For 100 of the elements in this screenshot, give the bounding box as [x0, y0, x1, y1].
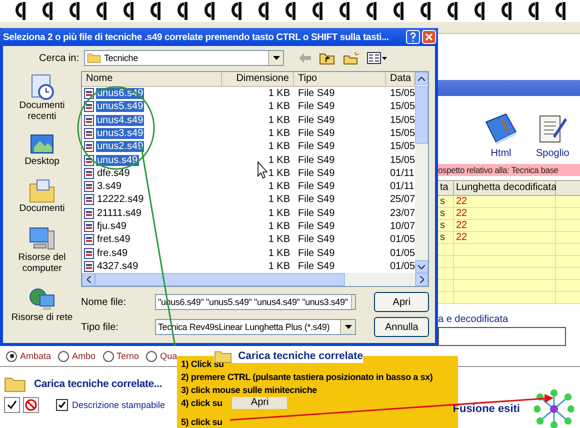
column-header[interactable]: Tipo — [294, 72, 386, 86]
new-folder-icon[interactable] — [343, 52, 359, 64]
table-cell — [556, 268, 580, 280]
file-row[interactable]: fret.s49 1 KB File S49 01/05 — [82, 233, 415, 246]
column-header[interactable]: Nome — [82, 72, 222, 86]
file-type: File S49 — [297, 234, 336, 246]
file-name: 4327.s49 — [96, 260, 140, 272]
file-date: 01/11 — [389, 181, 415, 192]
folder-icon — [4, 375, 26, 393]
help-icon[interactable] — [406, 30, 420, 44]
vertical-scrollbar[interactable] — [415, 72, 428, 273]
column-header: Lunghetta decodificata — [454, 180, 556, 196]
places-item[interactable]: Risorse del computer — [7, 224, 77, 275]
table-cell: s — [438, 220, 454, 232]
table-cell: 22 — [454, 208, 556, 220]
table-cell — [556, 292, 580, 304]
file-row[interactable]: dfe.s49 1 KB File S49 01/11 — [82, 166, 415, 180]
file-date: 10/07 — [389, 220, 415, 232]
look-in-dropdown[interactable]: Tecniche — [84, 50, 284, 66]
horizontal-scrollbar[interactable] — [82, 273, 428, 286]
column-header[interactable]: Dimensione — [222, 72, 294, 86]
file-date: 25/07 — [389, 194, 415, 206]
file-size: 1 KB — [268, 248, 290, 259]
file-size: 1 KB — [268, 220, 290, 232]
file-row[interactable]: 4327.s49 1 KB File S49 01/05 — [82, 260, 415, 273]
confirm-button[interactable] — [4, 396, 20, 413]
file-row[interactable]: 12222.s49 1 KB File S49 25/07 — [82, 193, 415, 207]
places-item[interactable]: Desktop — [24, 132, 60, 168]
file-type-label: Tipo file: — [81, 322, 120, 332]
table-cell — [556, 196, 580, 208]
file-row[interactable]: unus.s49 1 KB File S49 15/05 — [82, 153, 415, 167]
toolbar-button[interactable]: Spoglio — [536, 112, 570, 162]
file-icon — [84, 88, 94, 100]
file-name: 12222.s49 — [96, 194, 145, 206]
dropdown-arrow-icon — [272, 56, 280, 60]
column-header — [556, 180, 580, 196]
radio-option[interactable]: Ambata — [6, 350, 52, 362]
radio-option[interactable]: Qua — [146, 350, 178, 362]
file-name: unus5.s49 — [96, 101, 144, 112]
file-icon — [84, 141, 94, 152]
table-cell — [438, 280, 454, 292]
places-item[interactable]: Documenti — [19, 178, 65, 215]
file-type: File S49 — [297, 208, 336, 219]
file-row[interactable]: fju.s49 1 KB File S49 10/07 — [82, 220, 415, 234]
radio-option[interactable]: Terno — [102, 350, 140, 362]
toolbar-button[interactable]: Html — [482, 112, 520, 162]
file-type: File S49 — [297, 194, 336, 206]
table-cell — [556, 220, 580, 232]
instruction-step: 2) premere CTRL (pulsante tastiera posizionato in basso a sx) — [181, 372, 433, 382]
file-size: 1 KB — [268, 128, 290, 139]
file-row[interactable]: fre.s49 1 KB File S49 01/05 — [82, 246, 415, 260]
text-area[interactable] — [438, 326, 566, 346]
file-size: 1 KB — [268, 88, 290, 100]
file-icon — [84, 128, 94, 139]
file-row[interactable]: 21111.s49 1 KB File S49 23/07 — [82, 206, 415, 220]
file-row[interactable]: unus3.s49 1 KB File S49 15/05 — [82, 126, 415, 140]
places-item[interactable]: Risorse di rete — [11, 284, 73, 324]
file-size: 1 KB — [268, 208, 290, 219]
radio-option[interactable]: Ambo — [58, 350, 96, 362]
file-name: unus3.s49 — [96, 128, 144, 139]
molecule-icon[interactable] — [534, 389, 574, 428]
file-name: 3.s49 — [96, 181, 122, 192]
open-button-sample[interactable]: Apri — [232, 396, 288, 408]
print-description-checkbox[interactable]: Descrizione stampabile — [56, 398, 166, 411]
file-date: 15/05 — [389, 154, 415, 166]
file-type: File S49 — [297, 260, 336, 272]
file-date: 15/05 — [389, 128, 415, 139]
file-icon — [84, 220, 94, 232]
table-cell: s — [438, 196, 454, 208]
mouse-cursor-icon — [258, 160, 268, 179]
folder-up-icon[interactable] — [319, 52, 335, 64]
file-type: File S49 — [297, 168, 336, 179]
file-name: unus.s49 — [96, 154, 139, 166]
places-item[interactable]: Documenti recenti — [7, 73, 77, 123]
file-row[interactable]: unus5.s49 1 KB File S49 15/05 — [82, 100, 415, 114]
load-link[interactable]: Carica tecniche correlate — [214, 348, 363, 364]
instruction-step: 3) click mouse sulle minitecniche — [181, 384, 317, 394]
file-date: 15/05 — [389, 101, 415, 112]
close-icon[interactable] — [422, 30, 436, 44]
table-cell: s — [438, 232, 454, 244]
file-type: File S49 — [297, 101, 336, 112]
cancel-button[interactable] — [23, 396, 39, 413]
file-row[interactable]: unus4.s49 1 KB File S49 15/05 — [82, 114, 415, 127]
file-date: 15/05 — [389, 114, 415, 126]
file-type: File S49 — [297, 128, 336, 139]
cancel-button[interactable]: Annulla — [374, 317, 429, 337]
panel-title: Carica tecniche correlate... — [34, 378, 162, 390]
file-date: 01/05 — [389, 260, 415, 272]
file-icon — [84, 181, 94, 192]
open-button[interactable]: Apri — [374, 292, 429, 312]
view-menu-icon[interactable] — [367, 52, 387, 64]
table-cell — [438, 256, 454, 268]
check-icon — [58, 400, 66, 409]
file-date: 15/05 — [389, 141, 415, 152]
file-row[interactable]: 3.s49 1 KB File S49 01/11 — [82, 180, 415, 194]
file-icon — [84, 260, 94, 272]
file-date: 23/07 — [389, 208, 415, 219]
file-icon — [84, 114, 94, 126]
folder-icon — [87, 52, 101, 64]
file-date: 01/11 — [389, 168, 415, 179]
